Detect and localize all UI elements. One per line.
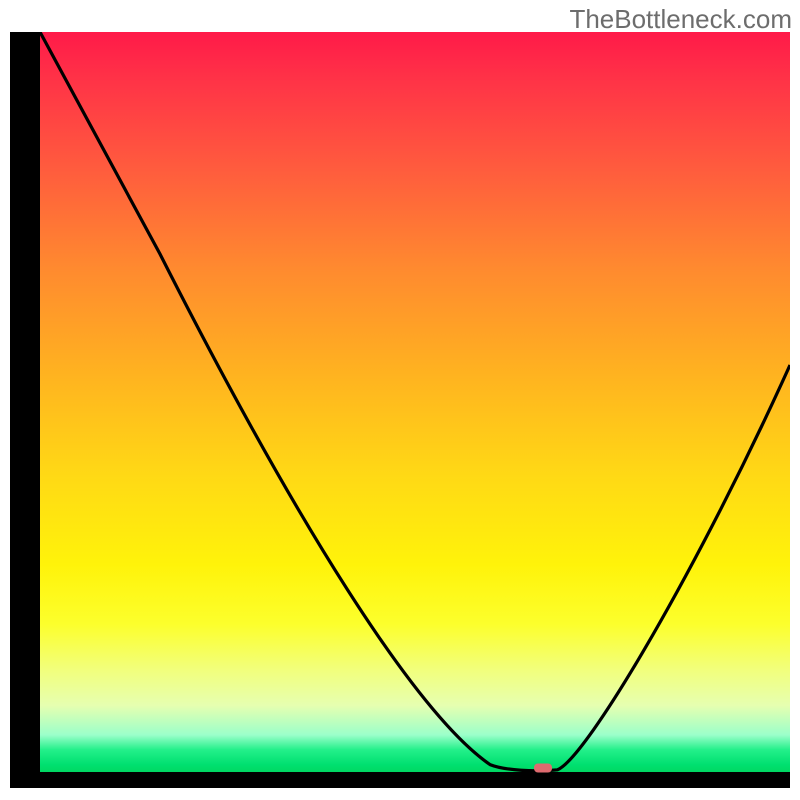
chart-plot-area [40, 32, 790, 772]
chart-frame [10, 32, 790, 788]
bottleneck-curve [40, 32, 790, 772]
optimum-marker [534, 764, 552, 773]
watermark-text: TheBottleneck.com [569, 4, 792, 35]
